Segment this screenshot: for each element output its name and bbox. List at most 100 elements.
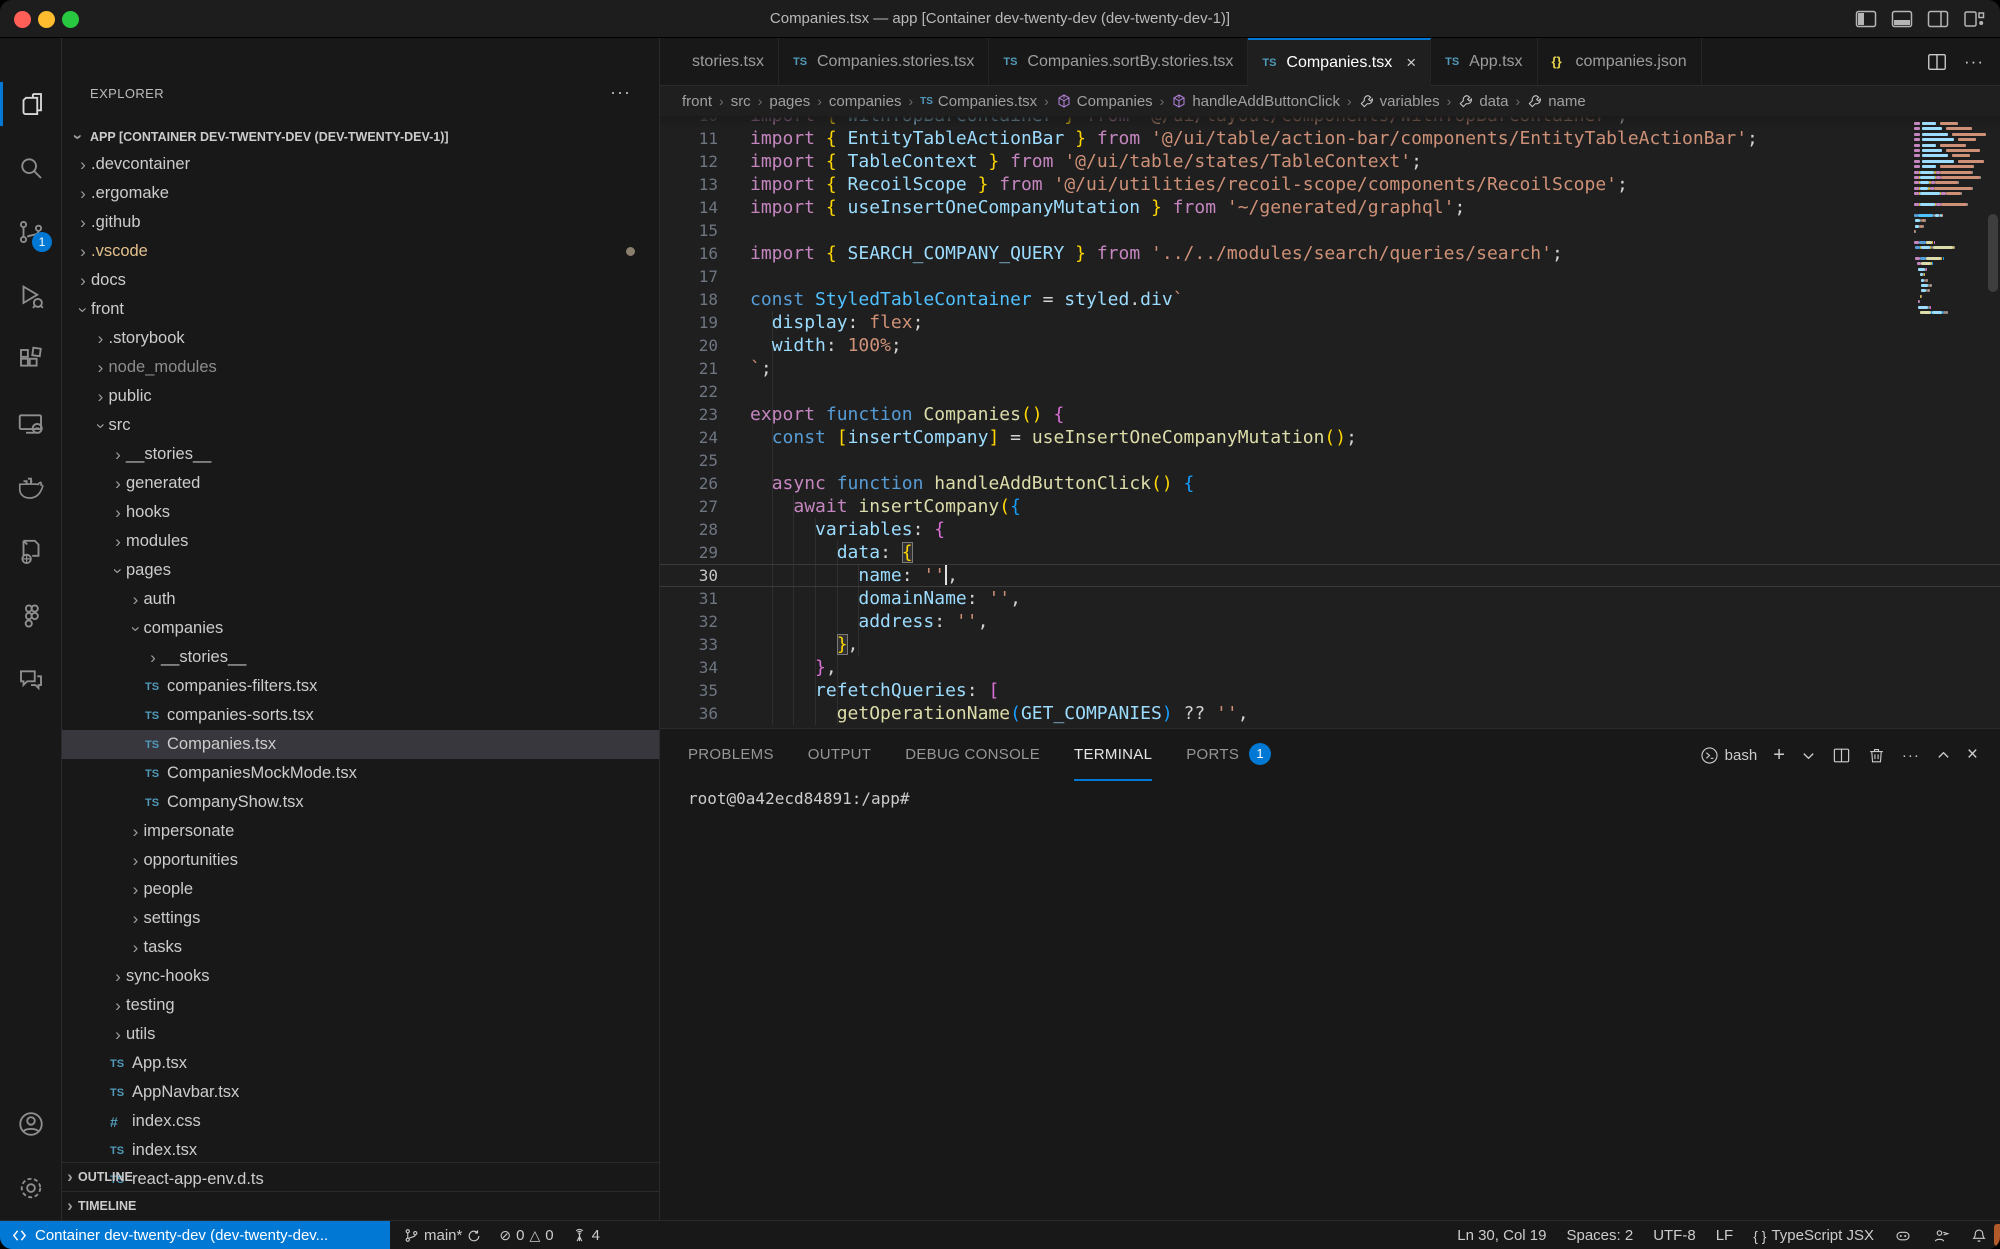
copilot-status[interactable] — [1894, 1227, 1912, 1245]
settings-gear-button[interactable] — [0, 1162, 62, 1214]
figma-activity-button[interactable] — [0, 590, 62, 642]
tab-companies.json[interactable]: {}companies.json — [1538, 38, 1702, 86]
tree-item-index.tsx[interactable]: TSindex.tsx — [62, 1136, 659, 1165]
feedback-icon[interactable] — [1932, 1227, 1950, 1245]
tree-item-settings[interactable]: ›settings — [62, 904, 659, 933]
close-icon[interactable]: × — [1406, 53, 1416, 73]
panel-tab-PROBLEMS[interactable]: PROBLEMS — [688, 729, 774, 781]
tree-item-companies-sorts.tsx[interactable]: TScompanies-sorts.tsx — [62, 701, 659, 730]
profile-dropdown-icon[interactable] — [1801, 748, 1816, 763]
breadcrumb-item-companies[interactable]: companies — [829, 93, 902, 110]
terminal-prompt[interactable]: root@0a42ecd84891:/app# — [688, 789, 910, 808]
tree-item-impersonate[interactable]: ›impersonate — [62, 817, 659, 846]
panel-tab-TERMINAL[interactable]: TERMINAL — [1074, 729, 1152, 781]
minimap[interactable] — [1914, 116, 1984, 728]
problems-status[interactable]: ⊘ 0 △ 0 — [499, 1227, 553, 1244]
maximize-panel-icon[interactable] — [1936, 748, 1951, 763]
editor-scrollbar[interactable] — [1988, 116, 1998, 728]
run-debug-activity-button[interactable] — [0, 270, 62, 322]
tree-item-Companies.tsx[interactable]: TSCompanies.tsx — [62, 730, 659, 759]
tree-item-CompanyShow.tsx[interactable]: TSCompanyShow.tsx — [62, 788, 659, 817]
tree-item-public[interactable]: ›public — [62, 382, 659, 411]
breadcrumb-item-data[interactable]: data — [1458, 93, 1508, 110]
new-terminal-button[interactable]: + — [1773, 744, 1785, 767]
layout-panel-icon[interactable] — [1890, 7, 1914, 31]
split-terminal-icon[interactable] — [1832, 746, 1851, 765]
more-actions-icon[interactable]: ··· — [1902, 747, 1920, 764]
layout-sidebar-left-icon[interactable] — [1854, 7, 1878, 31]
extensions-activity-button[interactable] — [0, 334, 62, 386]
tree-item-src[interactable]: ›src — [62, 411, 659, 440]
tree-item-__stories__[interactable]: ›__stories__ — [62, 643, 659, 672]
scrollbar-thumb[interactable] — [1988, 214, 1998, 292]
status-ln-30-col-19[interactable]: Ln 30, Col 19 — [1457, 1227, 1546, 1244]
status-lf[interactable]: LF — [1716, 1227, 1734, 1244]
tree-item-companies[interactable]: ›companies — [62, 614, 659, 643]
tree-item-App.tsx[interactable]: TSApp.tsx — [62, 1049, 659, 1078]
breadcrumb-item-Companies.tsx[interactable]: TSCompanies.tsx — [920, 93, 1037, 110]
terminal-profile[interactable]: bash — [1700, 746, 1758, 765]
code-editor[interactable]: 10 import { WithTopBarContainer } from '… — [660, 116, 2000, 728]
kill-terminal-icon[interactable] — [1867, 746, 1886, 765]
comments-activity-button[interactable] — [0, 654, 62, 706]
source-control-activity-button[interactable]: 1 — [0, 206, 62, 258]
remote-indicator[interactable]: Container dev-twenty-dev (dev-twenty-dev… — [0, 1221, 390, 1249]
ports-status[interactable]: 4 — [572, 1227, 600, 1244]
tree-item-__stories__[interactable]: ›__stories__ — [62, 440, 659, 469]
breadcrumb-item-Companies[interactable]: Companies — [1056, 93, 1153, 110]
panel-tab-PORTS[interactable]: PORTS1 — [1186, 729, 1271, 781]
breadcrumb-item-variables[interactable]: variables — [1359, 93, 1440, 110]
tree-item-sync-hooks[interactable]: ›sync-hooks — [62, 962, 659, 991]
workspace-section-header[interactable]: › APP [CONTAINER DEV-TWENTY-DEV (DEV-TWE… — [62, 122, 659, 151]
tree-item-front[interactable]: ›front — [62, 295, 659, 324]
outline-section-header[interactable]: › OUTLINE — [62, 1162, 659, 1191]
tab-Companies.tsx[interactable]: TSCompanies.tsx × — [1248, 38, 1431, 86]
tree-item-CompaniesMockMode.tsx[interactable]: TSCompaniesMockMode.tsx — [62, 759, 659, 788]
explorer-activity-button[interactable] — [0, 78, 62, 130]
breadcrumb-item-handleAddButtonClick[interactable]: handleAddButtonClick — [1171, 93, 1340, 110]
panel-tab-OUTPUT[interactable]: OUTPUT — [808, 729, 871, 781]
tab-Companies.stories.tsx[interactable]: TSCompanies.stories.tsx — [779, 38, 989, 86]
remote-explorer-activity-button[interactable] — [0, 398, 62, 450]
breadcrumb-item-src[interactable]: src — [731, 93, 751, 110]
tree-item-node_modules[interactable]: ›node_modules — [62, 353, 659, 382]
status-typescript-jsx[interactable]: { }TypeScript JSX — [1753, 1227, 1874, 1244]
tab-Companies.sortBy.stories.tsx[interactable]: TSCompanies.sortBy.stories.tsx — [989, 38, 1248, 86]
account-button[interactable] — [0, 1098, 62, 1150]
git-branch-status[interactable]: main* — [404, 1227, 481, 1244]
tab-stories.tsx[interactable]: stories.tsx — [660, 38, 779, 86]
more-actions-icon[interactable]: ··· — [1964, 52, 1984, 72]
dev-container-activity-button[interactable] — [0, 526, 62, 578]
tree-item-docs[interactable]: ›docs — [62, 266, 659, 295]
breadcrumb-item-pages[interactable]: pages — [769, 93, 810, 110]
tree-item-modules[interactable]: ›modules — [62, 527, 659, 556]
breadcrumb-item-front[interactable]: front — [682, 93, 712, 110]
tree-item-auth[interactable]: ›auth — [62, 585, 659, 614]
tree-item-AppNavbar.tsx[interactable]: TSAppNavbar.tsx — [62, 1078, 659, 1107]
search-activity-button[interactable] — [0, 142, 62, 194]
timeline-section-header[interactable]: › TIMELINE — [62, 1191, 659, 1220]
tree-item-utils[interactable]: ›utils — [62, 1020, 659, 1049]
tree-item-people[interactable]: ›people — [62, 875, 659, 904]
tree-item-.github[interactable]: ›.github — [62, 208, 659, 237]
tree-item-generated[interactable]: ›generated — [62, 469, 659, 498]
tree-item-.ergomake[interactable]: ›.ergomake — [62, 179, 659, 208]
layout-sidebar-right-icon[interactable] — [1926, 7, 1950, 31]
tree-item-companies-filters.tsx[interactable]: TScompanies-filters.tsx — [62, 672, 659, 701]
tree-item-.devcontainer[interactable]: ›.devcontainer — [62, 150, 659, 179]
explorer-more-actions-icon[interactable]: ··· — [610, 82, 631, 103]
layout-customize-icon[interactable] — [1962, 7, 1986, 31]
status-spaces-2[interactable]: Spaces: 2 — [1566, 1227, 1633, 1244]
tree-item-hooks[interactable]: ›hooks — [62, 498, 659, 527]
notifications-bell-icon[interactable] — [1970, 1227, 1988, 1245]
close-panel-icon[interactable]: × — [1967, 744, 1978, 766]
breadcrumb-item-name[interactable]: name — [1527, 93, 1586, 110]
split-editor-icon[interactable] — [1926, 51, 1948, 73]
panel-tab-DEBUG CONSOLE[interactable]: DEBUG CONSOLE — [905, 729, 1040, 781]
tree-item-opportunities[interactable]: ›opportunities — [62, 846, 659, 875]
tree-item-testing[interactable]: ›testing — [62, 991, 659, 1020]
tree-item-tasks[interactable]: ›tasks — [62, 933, 659, 962]
status-utf-8[interactable]: UTF-8 — [1653, 1227, 1696, 1244]
docker-activity-button[interactable] — [0, 462, 62, 514]
tree-item-index.css[interactable]: #index.css — [62, 1107, 659, 1136]
